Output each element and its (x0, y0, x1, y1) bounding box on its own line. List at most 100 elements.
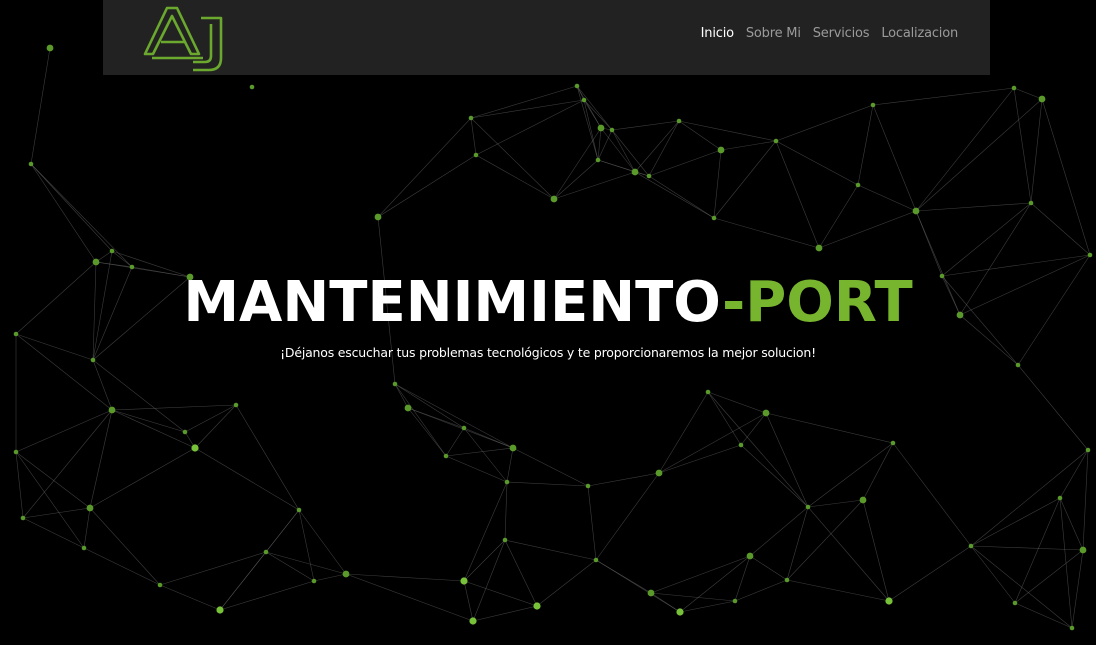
network-link (775, 140, 859, 186)
nav-link-localizacion[interactable]: Localizacion (881, 26, 958, 41)
network-link (445, 447, 514, 457)
network-node (762, 409, 770, 417)
network-link (915, 87, 1015, 212)
network-node (502, 537, 508, 543)
network-link (888, 545, 972, 602)
network-link (445, 427, 465, 457)
nav-link-servicios[interactable]: Servicios (813, 26, 870, 41)
network-link (15, 409, 113, 453)
network-link (184, 404, 237, 433)
network-link (15, 451, 91, 509)
network-link (857, 104, 874, 186)
network-link (89, 447, 196, 509)
hero-title: MANTENIMIENTO-PORT (0, 268, 1096, 338)
network-node (311, 578, 317, 584)
network-link (475, 154, 555, 200)
network-node (815, 244, 823, 252)
network-link (648, 175, 715, 219)
network-link (658, 444, 742, 474)
network-node (1079, 546, 1087, 554)
network-link (648, 120, 680, 177)
network-node (1069, 625, 1075, 631)
network-link (504, 481, 508, 541)
network-link (679, 600, 736, 613)
network-node (890, 440, 896, 446)
network-node (86, 504, 94, 512)
main-nav: Inicio Sobre Mi Servicios Localizacion (701, 26, 959, 41)
network-node (182, 429, 188, 435)
nav-link-sobre-mi[interactable]: Sobre Mi (746, 26, 801, 41)
nav-link-inicio[interactable]: Inicio (701, 26, 734, 41)
network-link (587, 485, 597, 561)
network-link (194, 447, 300, 511)
network-link (22, 409, 113, 519)
network-link (1059, 497, 1084, 551)
network-node (504, 479, 510, 485)
network-node (655, 469, 663, 477)
network-link (970, 545, 1016, 604)
network-link (970, 449, 1089, 547)
network-link (194, 404, 237, 449)
network-link (1071, 549, 1084, 629)
network-link (470, 117, 477, 156)
network-node (109, 248, 115, 254)
hero-subtitle: ¡Déjanos escuchar tus problemas tecnológ… (280, 345, 816, 360)
network-link (345, 573, 465, 582)
network-node (81, 545, 87, 551)
network-link (713, 140, 777, 219)
network-node (597, 124, 605, 132)
network-node (443, 453, 449, 459)
network-node (20, 515, 26, 521)
network-link (265, 551, 315, 582)
network-link (470, 99, 585, 119)
network-link (377, 154, 477, 218)
network-link (506, 447, 514, 483)
network-link (915, 202, 1032, 212)
network-link (1082, 449, 1089, 551)
network-link (595, 559, 681, 613)
network-link (394, 383, 447, 457)
network-link (89, 409, 113, 509)
network-link (765, 412, 894, 444)
network-node (773, 138, 779, 144)
network-link (377, 117, 472, 218)
network-node (711, 215, 717, 221)
network-link (1014, 549, 1084, 604)
network-link (504, 539, 538, 607)
logo-icon[interactable] (143, 2, 225, 72)
network-node (473, 152, 479, 158)
network-node (550, 195, 558, 203)
network-node (805, 504, 811, 510)
network-link (872, 87, 1015, 106)
network-link (892, 442, 972, 547)
network-node (1015, 362, 1021, 368)
network-link (111, 409, 186, 433)
network-link (818, 210, 917, 249)
network-node (460, 577, 468, 585)
network-link (463, 580, 474, 622)
network-node (1028, 200, 1034, 206)
network-node (631, 168, 639, 176)
network-link (235, 404, 300, 511)
network-link (970, 545, 1084, 551)
hero-section: Inicio Sobre Mi Servicios Localizacion M… (0, 0, 1096, 645)
network-node (717, 146, 725, 154)
network-node (469, 617, 477, 625)
network-node (593, 557, 599, 563)
network-link (265, 509, 300, 553)
network-link (504, 539, 597, 561)
network-link (30, 47, 51, 165)
network-link (463, 481, 508, 582)
network-node (1038, 95, 1046, 103)
network-link (862, 442, 894, 501)
network-node (585, 483, 591, 489)
network-link (1059, 497, 1073, 629)
network-link (600, 127, 636, 173)
network-link (159, 551, 267, 586)
network-link (512, 447, 589, 487)
network-link (775, 104, 874, 142)
network-link (740, 444, 809, 508)
network-link (536, 559, 597, 607)
network-link (720, 140, 777, 151)
network-link (658, 391, 709, 474)
